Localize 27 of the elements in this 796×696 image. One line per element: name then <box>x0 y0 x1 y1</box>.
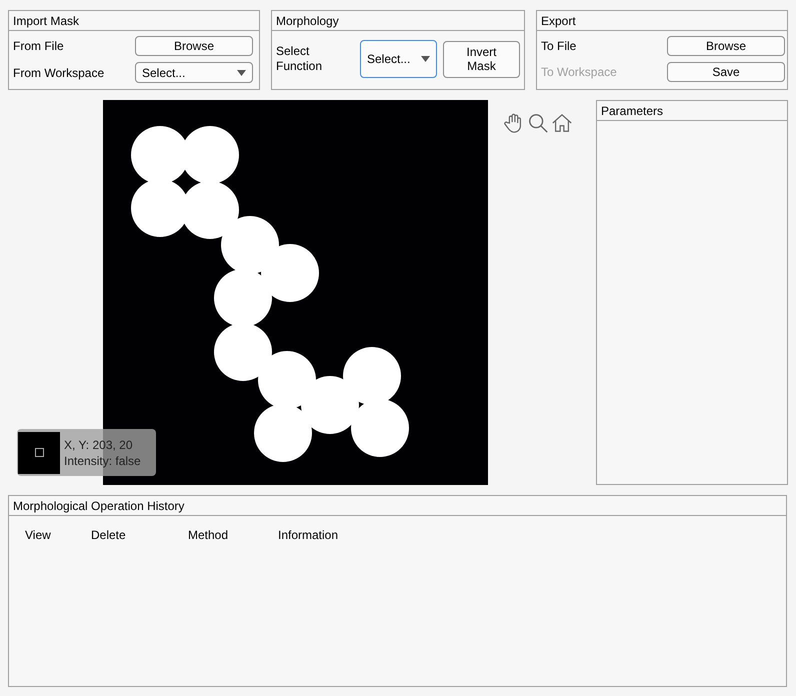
field-label: Select Function <box>276 44 324 74</box>
panel-title: Morphological Operation History <box>9 496 786 516</box>
intensity-text: Intensity: false <box>64 452 141 468</box>
home-icon[interactable] <box>551 112 573 134</box>
column-header: View <box>25 527 52 544</box>
panel-title: Parameters <box>597 101 787 121</box>
panel-title: Import Mask <box>9 11 259 31</box>
caret-icon <box>237 70 246 76</box>
dropdown[interactable]: Select... <box>135 62 253 83</box>
zoom-icon[interactable] <box>527 112 549 134</box>
save-button[interactable]: Save <box>667 62 785 82</box>
field-label: From File <box>13 38 65 55</box>
panel-title: Export <box>537 11 787 31</box>
column-header: Method <box>188 527 230 544</box>
dropdown[interactable]: Select... <box>360 40 437 78</box>
column-header: Delete <box>91 527 127 544</box>
coordinates-text: X, Y: 203, 20 <box>64 436 134 452</box>
invert-mask-button[interactable]: Invert Mask <box>443 40 520 78</box>
column-header: Information <box>278 527 340 544</box>
field-label: To Workspace <box>541 64 618 81</box>
browse-button[interactable]: Browse <box>667 36 785 56</box>
field-label: To File <box>541 38 578 55</box>
panel-title: Morphology <box>272 11 524 31</box>
browse-button[interactable]: Browse <box>135 36 253 56</box>
field-label: From Workspace <box>13 64 106 82</box>
pixel-marker-icon <box>34 448 44 457</box>
caret-icon <box>421 56 430 62</box>
